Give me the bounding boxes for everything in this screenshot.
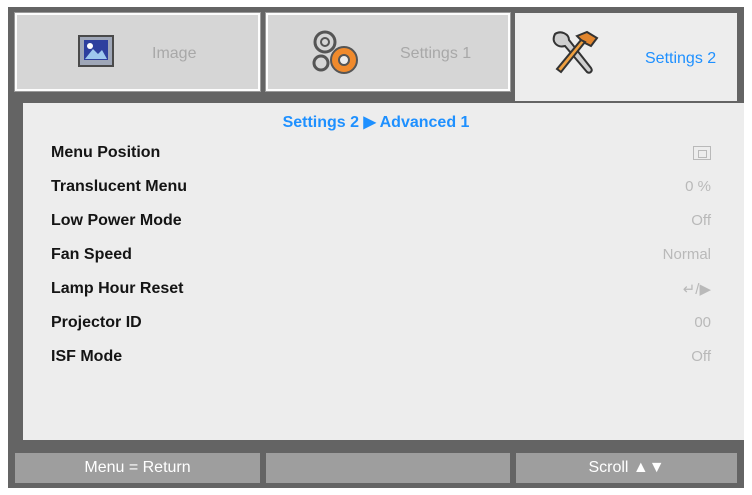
menu-position-row[interactable]: Menu Position xyxy=(51,144,711,168)
projector-id-value: 00 xyxy=(694,314,711,331)
footer-return-hint: Menu = Return xyxy=(15,453,260,483)
isf-mode-label: ISF Mode xyxy=(51,348,123,365)
lamp-hour-reset-label: Lamp Hour Reset xyxy=(51,280,184,297)
isf-mode-row[interactable]: ISF Mode Off xyxy=(51,348,711,372)
menu-position-value xyxy=(693,144,711,162)
menu-position-label: Menu Position xyxy=(51,144,161,161)
tab-settings-1-label: Settings 1 xyxy=(400,45,472,62)
translucent-menu-row[interactable]: Translucent Menu 0 % xyxy=(51,178,711,202)
low-power-mode-row[interactable]: Low Power Mode Off xyxy=(51,212,711,236)
breadcrumb: Settings 2 ▶ Advanced 1 xyxy=(282,114,470,131)
projector-id-label: Projector ID xyxy=(51,314,142,331)
osd-menu-frame: Image Settings 1 Settings 2 Settings 2 ▶… xyxy=(8,7,744,488)
low-power-mode-label: Low Power Mode xyxy=(51,212,182,229)
tab-image[interactable]: Image xyxy=(14,12,261,92)
isf-mode-value: Off xyxy=(691,348,711,365)
footer-scroll-hint: Scroll ▲▼ xyxy=(516,453,737,483)
lamp-hour-reset-value: ↵/▶ xyxy=(682,281,711,298)
translucent-menu-value: 0 % xyxy=(685,178,711,195)
image-icon xyxy=(78,35,114,67)
translucent-menu-label: Translucent Menu xyxy=(51,178,188,195)
tab-image-label: Image xyxy=(152,45,197,62)
tools-icon xyxy=(552,30,599,74)
tab-settings-1[interactable]: Settings 1 xyxy=(265,12,511,92)
fan-speed-label: Fan Speed xyxy=(51,246,132,263)
low-power-mode-value: Off xyxy=(691,212,711,229)
lamp-hour-reset-row[interactable]: Lamp Hour Reset ↵/▶ xyxy=(51,280,711,304)
tab-settings-2[interactable]: Settings 2 xyxy=(515,13,737,101)
menu-position-icon xyxy=(693,146,711,160)
footer-middle xyxy=(266,453,510,483)
gears-icon xyxy=(312,30,358,74)
fan-speed-value: Normal xyxy=(662,246,711,263)
tab-settings-2-label: Settings 2 xyxy=(645,50,717,67)
fan-speed-row[interactable]: Fan Speed Normal xyxy=(51,246,711,270)
projector-id-row[interactable]: Projector ID 00 xyxy=(51,314,711,338)
